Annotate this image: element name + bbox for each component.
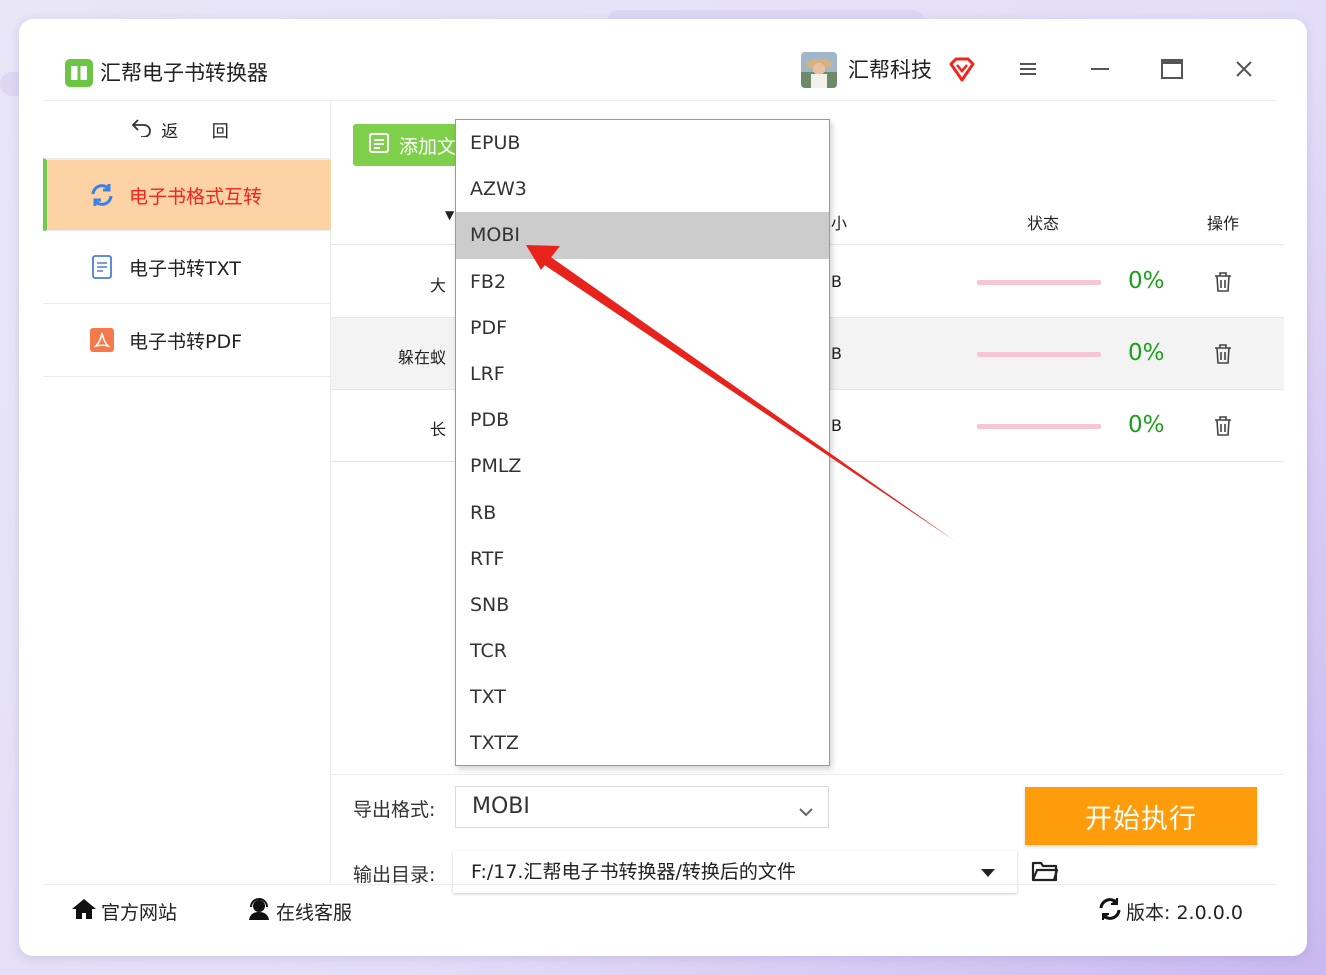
file-size: B — [831, 344, 842, 363]
file-size: B — [831, 272, 842, 291]
output-path-value: F:/17.汇帮电子书转换器/转换后的文件 — [471, 861, 796, 883]
format-dropdown-list[interactable]: EPUB AZW3 MOBI FB2 PDF LRF PDB PMLZ RB RTF SNB TCR T… — [455, 119, 830, 766]
progress-percent: 0% — [1128, 268, 1165, 294]
vip-diamond-icon[interactable] — [947, 55, 977, 89]
dropdown-option-snb[interactable]: SNB — [456, 582, 829, 628]
sidebar-item-label: 电子书格式互转 — [129, 185, 263, 208]
output-label: 输出目录: — [353, 864, 436, 886]
progress-bar — [977, 424, 1101, 429]
sort-icon[interactable]: ▼ — [445, 208, 454, 222]
brand-name: 汇帮科技 — [848, 58, 932, 82]
caret-down-icon — [981, 869, 995, 877]
online-support-label: 在线客服 — [276, 902, 353, 924]
dropdown-option-txt[interactable]: TXT — [456, 674, 829, 720]
maximize-icon[interactable] — [1158, 55, 1186, 83]
user-avatar[interactable] — [801, 52, 837, 88]
file-size: B — [831, 416, 842, 435]
header-actions: 操作 — [1207, 214, 1240, 233]
official-website-link[interactable]: 官方网站 — [71, 897, 177, 926]
sidebar-item-ebook-to-pdf[interactable]: 电子书转PDF — [43, 304, 331, 377]
chevron-down-icon — [796, 796, 816, 836]
add-file-label: 添加文 — [399, 135, 457, 158]
dropdown-option-fb2[interactable]: FB2 — [456, 259, 829, 305]
refresh-icon — [89, 182, 115, 208]
sidebar: 返 回 电子书格式互转 电子书转TXT 电子书转PDF — [43, 101, 331, 884]
update-refresh-icon — [1098, 897, 1122, 926]
headset-icon — [246, 897, 272, 926]
trash-icon[interactable] — [1213, 415, 1233, 441]
format-label: 导出格式: — [353, 799, 436, 821]
minimize-icon[interactable] — [1086, 55, 1114, 83]
app-title: 汇帮电子书转换器 — [100, 61, 268, 85]
online-support-link[interactable]: 在线客服 — [246, 897, 352, 926]
dropdown-option-lrf[interactable]: LRF — [456, 351, 829, 397]
start-button[interactable]: 开始执行 — [1025, 787, 1257, 845]
pdf-icon — [89, 327, 115, 353]
dropdown-option-pmlz[interactable]: PMLZ — [456, 443, 829, 489]
home-icon — [71, 897, 97, 926]
dropdown-option-rtf[interactable]: RTF — [456, 536, 829, 582]
sidebar-item-label: 电子书转PDF — [129, 330, 243, 353]
dropdown-option-rb[interactable]: RB — [456, 490, 829, 536]
version-info[interactable]: 版本: 2.0.0.0 — [1098, 897, 1243, 926]
dropdown-option-azw3[interactable]: AZW3 — [456, 166, 829, 212]
folder-open-icon[interactable] — [1031, 859, 1059, 887]
back-button[interactable]: 返 回 — [43, 101, 331, 158]
back-arrow-icon — [131, 117, 153, 142]
trash-icon[interactable] — [1213, 271, 1233, 297]
dropdown-option-epub[interactable]: EPUB — [456, 120, 829, 166]
close-icon[interactable] — [1230, 55, 1258, 83]
version-label: 版本: 2.0.0.0 — [1126, 902, 1243, 924]
progress-percent: 0% — [1128, 340, 1165, 366]
official-website-label: 官方网站 — [101, 902, 178, 924]
sidebar-item-ebook-to-txt[interactable]: 电子书转TXT — [43, 231, 331, 304]
format-select-value: MOBI — [472, 794, 530, 819]
file-name: 躲在蚁 — [397, 348, 446, 367]
document-icon — [89, 254, 115, 280]
progress-bar — [977, 280, 1101, 285]
dropdown-option-txtz[interactable]: TXTZ — [456, 720, 829, 766]
format-select[interactable]: MOBI — [455, 786, 829, 828]
header-size: 小 — [831, 214, 848, 233]
dropdown-option-mobi[interactable]: MOBI — [456, 212, 829, 259]
file-name: 大 — [429, 276, 446, 295]
add-file-icon — [367, 131, 391, 160]
trash-icon[interactable] — [1213, 343, 1233, 369]
progress-bar — [977, 352, 1101, 357]
progress-percent: 0% — [1128, 412, 1165, 438]
menu-icon[interactable] — [1014, 55, 1042, 83]
file-name: 长 — [429, 420, 446, 439]
sidebar-item-format-convert[interactable]: 电子书格式互转 — [43, 158, 331, 231]
book-logo-icon — [65, 59, 93, 87]
dropdown-option-pdb[interactable]: PDB — [456, 397, 829, 443]
title-bar: 汇帮电子书转换器 汇帮科技 — [43, 19, 1277, 101]
sidebar-item-label: 电子书转TXT — [129, 257, 241, 280]
bottom-bar: 官方网站 在线客服 版本: 2.0.0.0 — [43, 884, 1277, 934]
header-status: 状态 — [1027, 214, 1060, 233]
back-label: 返 回 — [161, 122, 243, 142]
dropdown-option-pdf[interactable]: PDF — [456, 305, 829, 351]
dropdown-option-tcr[interactable]: TCR — [456, 628, 829, 674]
